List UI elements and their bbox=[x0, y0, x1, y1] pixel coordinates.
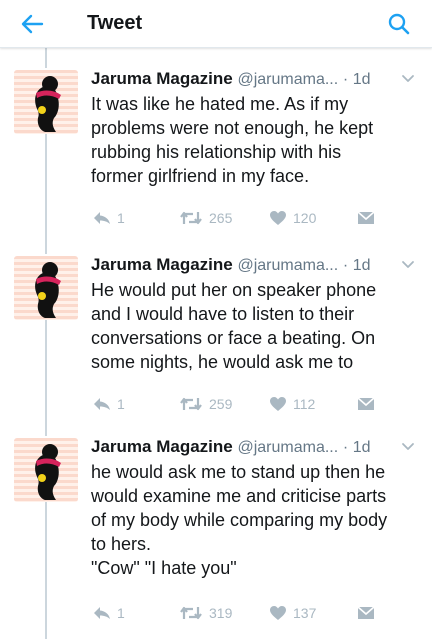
retweet-button[interactable]: 265 bbox=[179, 206, 232, 230]
tweet-text-line: of my body while comparing my body bbox=[91, 510, 388, 530]
tweet-menu-button[interactable] bbox=[400, 438, 416, 454]
envelope-icon bbox=[357, 606, 375, 619]
tweet-header: Jaruma Magazine @jarumama... · 1d bbox=[91, 68, 411, 90]
tweet-menu-button[interactable] bbox=[400, 256, 416, 272]
tweet-text-line: and I would have to listen to their bbox=[91, 304, 355, 324]
tweet-header: Jaruma Magazine @jarumama... · 1d bbox=[91, 254, 411, 276]
reply-count: 1 bbox=[117, 605, 125, 621]
avatar[interactable] bbox=[14, 438, 78, 502]
retweet-icon bbox=[180, 397, 202, 411]
thread-connector bbox=[45, 48, 47, 68]
reply-button[interactable]: 1 bbox=[93, 392, 125, 416]
direct-message-button[interactable] bbox=[357, 206, 375, 230]
tweet-text-line: rubbing his relationship with his bbox=[91, 142, 342, 162]
tweet[interactable]: Jaruma Magazine @jarumama... · 1d he wou… bbox=[0, 434, 432, 634]
author-handle[interactable]: @jarumama... bbox=[237, 71, 338, 88]
retweet-count: 265 bbox=[209, 210, 233, 226]
tweet-text-line: It was like he hated me. As if my bbox=[91, 94, 349, 114]
like-count: 120 bbox=[293, 210, 317, 226]
reply-icon bbox=[94, 398, 110, 410]
timestamp[interactable]: · 1d bbox=[343, 71, 371, 88]
tweet-text-line: would examine me and criticise parts bbox=[91, 486, 387, 506]
direct-message-button[interactable] bbox=[357, 601, 375, 625]
chevron-down-icon bbox=[402, 443, 414, 450]
profile-silhouette-icon bbox=[35, 444, 61, 500]
reply-icon bbox=[94, 607, 110, 619]
avatar[interactable] bbox=[14, 70, 78, 134]
profile-silhouette-icon bbox=[35, 76, 61, 132]
heart-icon bbox=[270, 211, 286, 225]
search-icon bbox=[388, 13, 410, 35]
timestamp[interactable]: · 1d bbox=[343, 439, 371, 456]
retweet-icon bbox=[180, 606, 202, 620]
back-button[interactable] bbox=[14, 8, 50, 40]
direct-message-button[interactable] bbox=[357, 392, 375, 416]
tweet-menu-button[interactable] bbox=[400, 70, 416, 86]
retweet-count: 259 bbox=[209, 396, 233, 412]
reply-count: 1 bbox=[117, 210, 125, 226]
tweet-text: he would ask me to stand up then he woul… bbox=[91, 460, 421, 580]
tweet[interactable]: Jaruma Magazine @jarumama... · 1d He wou… bbox=[0, 252, 432, 420]
retweet-icon bbox=[180, 211, 202, 225]
tweet-actions: 1 259 112 bbox=[91, 392, 391, 416]
tweet-text-line: conversations or face a beating. On bbox=[91, 328, 376, 348]
retweet-button[interactable]: 319 bbox=[179, 601, 232, 625]
search-button[interactable] bbox=[384, 9, 414, 39]
heart-icon bbox=[270, 397, 286, 411]
chevron-down-icon bbox=[402, 261, 414, 268]
envelope-icon bbox=[357, 211, 375, 224]
tweet[interactable]: Jaruma Magazine @jarumama... · 1d It was… bbox=[0, 66, 432, 234]
author-name[interactable]: Jaruma Magazine bbox=[91, 255, 233, 274]
top-app-bar: Tweet bbox=[0, 0, 432, 48]
heart-icon bbox=[270, 606, 286, 620]
tweet-actions: 1 319 137 bbox=[91, 601, 391, 625]
like-count: 112 bbox=[293, 396, 316, 412]
author-name[interactable]: Jaruma Magazine bbox=[91, 69, 233, 88]
reply-button[interactable]: 1 bbox=[93, 206, 125, 230]
tweet-text-line: "Cow" "I hate you" bbox=[91, 558, 237, 578]
page-title: Tweet bbox=[87, 12, 143, 34]
author-name[interactable]: Jaruma Magazine bbox=[91, 437, 233, 456]
tweet-text: He would put her on speaker phone and I … bbox=[91, 278, 421, 374]
like-button[interactable]: 137 bbox=[269, 601, 316, 625]
reply-button[interactable]: 1 bbox=[93, 601, 125, 625]
author-handle[interactable]: @jarumama... bbox=[237, 257, 338, 274]
retweet-count: 319 bbox=[209, 605, 233, 621]
reply-count: 1 bbox=[117, 396, 125, 412]
retweet-button[interactable]: 259 bbox=[179, 392, 232, 416]
tweet-text-line: He would put her on speaker phone bbox=[91, 280, 377, 300]
tweet-text-line: he would ask me to stand up then he bbox=[91, 462, 386, 482]
tweet-text-line: to hers. bbox=[91, 534, 152, 554]
like-count: 137 bbox=[293, 605, 317, 621]
tweet-header: Jaruma Magazine @jarumama... · 1d bbox=[91, 436, 411, 458]
author-handle[interactable]: @jarumama... bbox=[237, 439, 338, 456]
tweet-text-line: some nights, he would ask me to bbox=[91, 352, 354, 372]
envelope-icon bbox=[357, 397, 375, 410]
avatar[interactable] bbox=[14, 256, 78, 320]
like-button[interactable]: 112 bbox=[269, 392, 315, 416]
back-arrow-icon bbox=[21, 14, 44, 34]
tweet-actions: 1 265 120 bbox=[91, 206, 391, 230]
reply-icon bbox=[94, 212, 110, 224]
tweet-text-line: problems were not enough, he kept bbox=[91, 118, 374, 138]
profile-silhouette-icon bbox=[35, 262, 61, 318]
timestamp[interactable]: · 1d bbox=[343, 257, 371, 274]
chevron-down-icon bbox=[402, 75, 414, 82]
tweet-text-line: former girlfriend in my face. bbox=[91, 166, 310, 186]
tweet-text: It was like he hated me. As if my proble… bbox=[91, 92, 421, 188]
like-button[interactable]: 120 bbox=[269, 206, 316, 230]
